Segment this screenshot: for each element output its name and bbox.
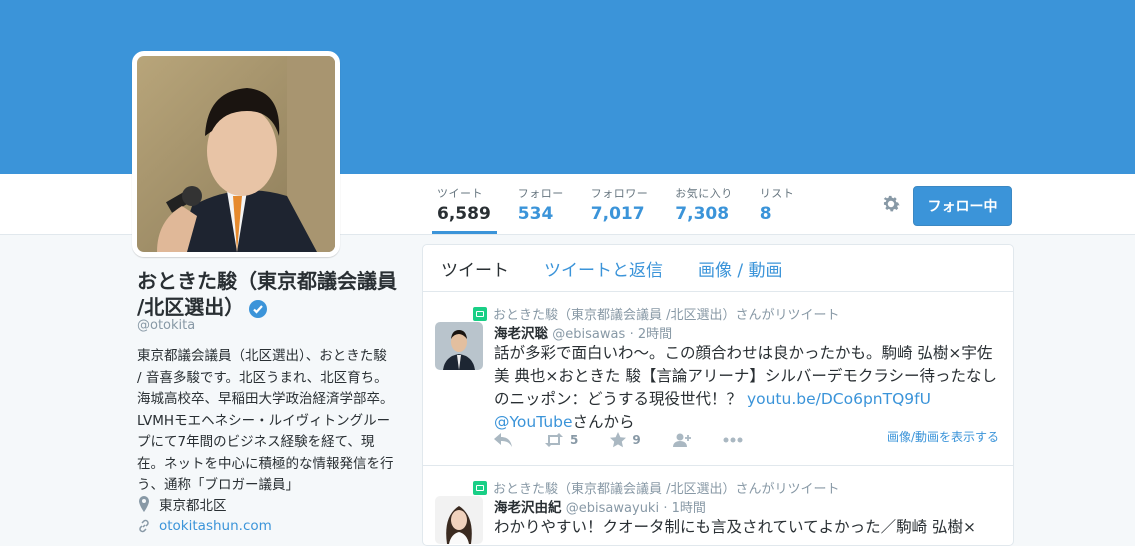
favorite-button[interactable]: 9 — [610, 432, 641, 448]
add-user-icon — [672, 433, 691, 447]
star-icon — [610, 432, 627, 448]
tweet-author[interactable]: 海老沢聡 — [494, 326, 548, 342]
timeline: ツイート ツイートと返信 画像 / 動画 おときた駿（東京都議会議員 /北区選出… — [422, 244, 1014, 546]
tweet-link[interactable]: youtu.be/DCo6pnTQ9fU — [747, 390, 931, 408]
reply-icon — [494, 433, 512, 447]
profile-avatar[interactable] — [132, 51, 340, 257]
tab-tweets[interactable]: ツイート — [441, 256, 509, 281]
tweet-author[interactable]: 海老沢由紀 — [494, 500, 562, 516]
tweet[interactable]: おときた駿（東京都議会議員 /北区選出）さんがリツイート 海老沢聡 @ebisa… — [423, 292, 1013, 466]
tab-tweets-replies[interactable]: ツイートと返信 — [544, 256, 663, 281]
tweet-text: 話が多彩で面白いわ〜。この顔合わせは良かったかも。駒崎 弘樹×宇佐美 典也×おと… — [494, 342, 1004, 434]
tweet-header: 海老沢由紀 @ebisawayuki · 1時間 — [494, 496, 706, 516]
stat-favorites[interactable]: お気に入り 7,308 — [660, 185, 745, 233]
stat-tweets[interactable]: ツイート 6,589 — [422, 185, 503, 234]
stat-label: フォロワー — [590, 187, 649, 200]
author-photo — [435, 496, 483, 544]
tweet-text: わかりやすい！クオータ制にも言及されていてよかった／駒崎 弘樹× — [494, 518, 976, 536]
tweet[interactable]: おときた駿（東京都議会議員 /北区選出）さんがリツイート 海老沢由紀 @ebis… — [423, 466, 1013, 545]
reply-button[interactable] — [494, 433, 512, 447]
retweet-context-text[interactable]: おときた駿（東京都議会議員 /北区選出）さんがリツイート — [493, 304, 840, 323]
profile-bio: 東京都議会議員（北区選出）、おときた駿 / 音喜多駿です。北区うまれ、北区育ち。… — [137, 348, 394, 493]
retweet-context: おときた駿（東京都議会議員 /北区選出）さんがリツイート — [473, 478, 840, 497]
more-dots-icon — [723, 437, 743, 443]
tweet-actions: 5 9 — [494, 432, 775, 448]
profile-handle[interactable]: @otokita — [137, 318, 195, 333]
url-text[interactable]: otokitashun.com — [159, 518, 272, 534]
tweet-header: 海老沢聡 @ebisawas · 2時間 — [494, 322, 672, 342]
stat-value: 8 — [759, 204, 772, 224]
retweet-icon — [473, 480, 487, 495]
profile-photo — [137, 56, 335, 252]
more-button[interactable] — [723, 437, 743, 443]
tweet-mention[interactable]: @YouTube — [494, 413, 573, 431]
profile-stats: ツイート 6,589 フォロー 534 フォロワー 7,017 お気に入り 7,308 … — [422, 185, 807, 234]
stat-label: ツイート — [437, 187, 483, 200]
tweet-handle[interactable]: @ebisawayuki — [566, 501, 659, 516]
tweet-time[interactable]: · 2時間 — [630, 327, 673, 342]
tweet-handle[interactable]: @ebisawas — [552, 327, 625, 342]
retweet-context: おときた駿（東京都議会議員 /北区選出）さんがリツイート — [473, 304, 840, 323]
author-photo — [435, 322, 483, 370]
profile-name: おときた駿（東京都議会議員 /北区選出） — [137, 268, 397, 320]
tab-media[interactable]: 画像 / 動画 — [698, 256, 783, 281]
retweet-button[interactable]: 5 — [544, 433, 578, 447]
timeline-tabs: ツイート ツイートと返信 画像 / 動画 — [423, 245, 1013, 292]
following-button[interactable]: フォロー中 — [913, 186, 1012, 226]
link-icon — [139, 519, 149, 533]
stat-label: フォロー — [517, 187, 564, 200]
verified-badge-icon — [249, 299, 268, 318]
tweet-time[interactable]: · 1時間 — [663, 501, 706, 516]
tweet-avatar[interactable] — [435, 496, 483, 544]
stat-label: お気に入り — [675, 187, 733, 200]
retweet-count: 5 — [570, 433, 579, 447]
stat-label: リスト — [759, 187, 795, 200]
gear-icon[interactable] — [880, 193, 902, 215]
follow-user-button[interactable] — [672, 433, 691, 447]
profile-url[interactable]: otokitashun.com — [137, 518, 272, 534]
retweet-action-icon — [545, 433, 563, 447]
stat-value: 534 — [517, 204, 554, 224]
view-media-link[interactable]: 画像/動画を表示する — [887, 428, 999, 445]
retweet-context-text[interactable]: おときた駿（東京都議会議員 /北区選出）さんがリツイート — [493, 478, 840, 497]
stat-followers[interactable]: フォロワー 7,017 — [576, 185, 661, 233]
retweet-icon — [473, 306, 487, 321]
location-pin-icon — [139, 496, 149, 512]
stat-value: 6,589 — [437, 204, 491, 224]
stat-following[interactable]: フォロー 534 — [503, 185, 576, 233]
tweet-avatar[interactable] — [435, 322, 483, 370]
profile-location: 東京都北区 — [137, 494, 227, 514]
stat-value: 7,308 — [675, 204, 730, 224]
stat-lists[interactable]: リスト 8 — [745, 185, 807, 233]
location-text: 東京都北区 — [159, 498, 227, 514]
stat-value: 7,017 — [590, 204, 645, 224]
tweet-suffix: さんから — [572, 413, 635, 431]
favorite-count: 9 — [632, 433, 641, 447]
